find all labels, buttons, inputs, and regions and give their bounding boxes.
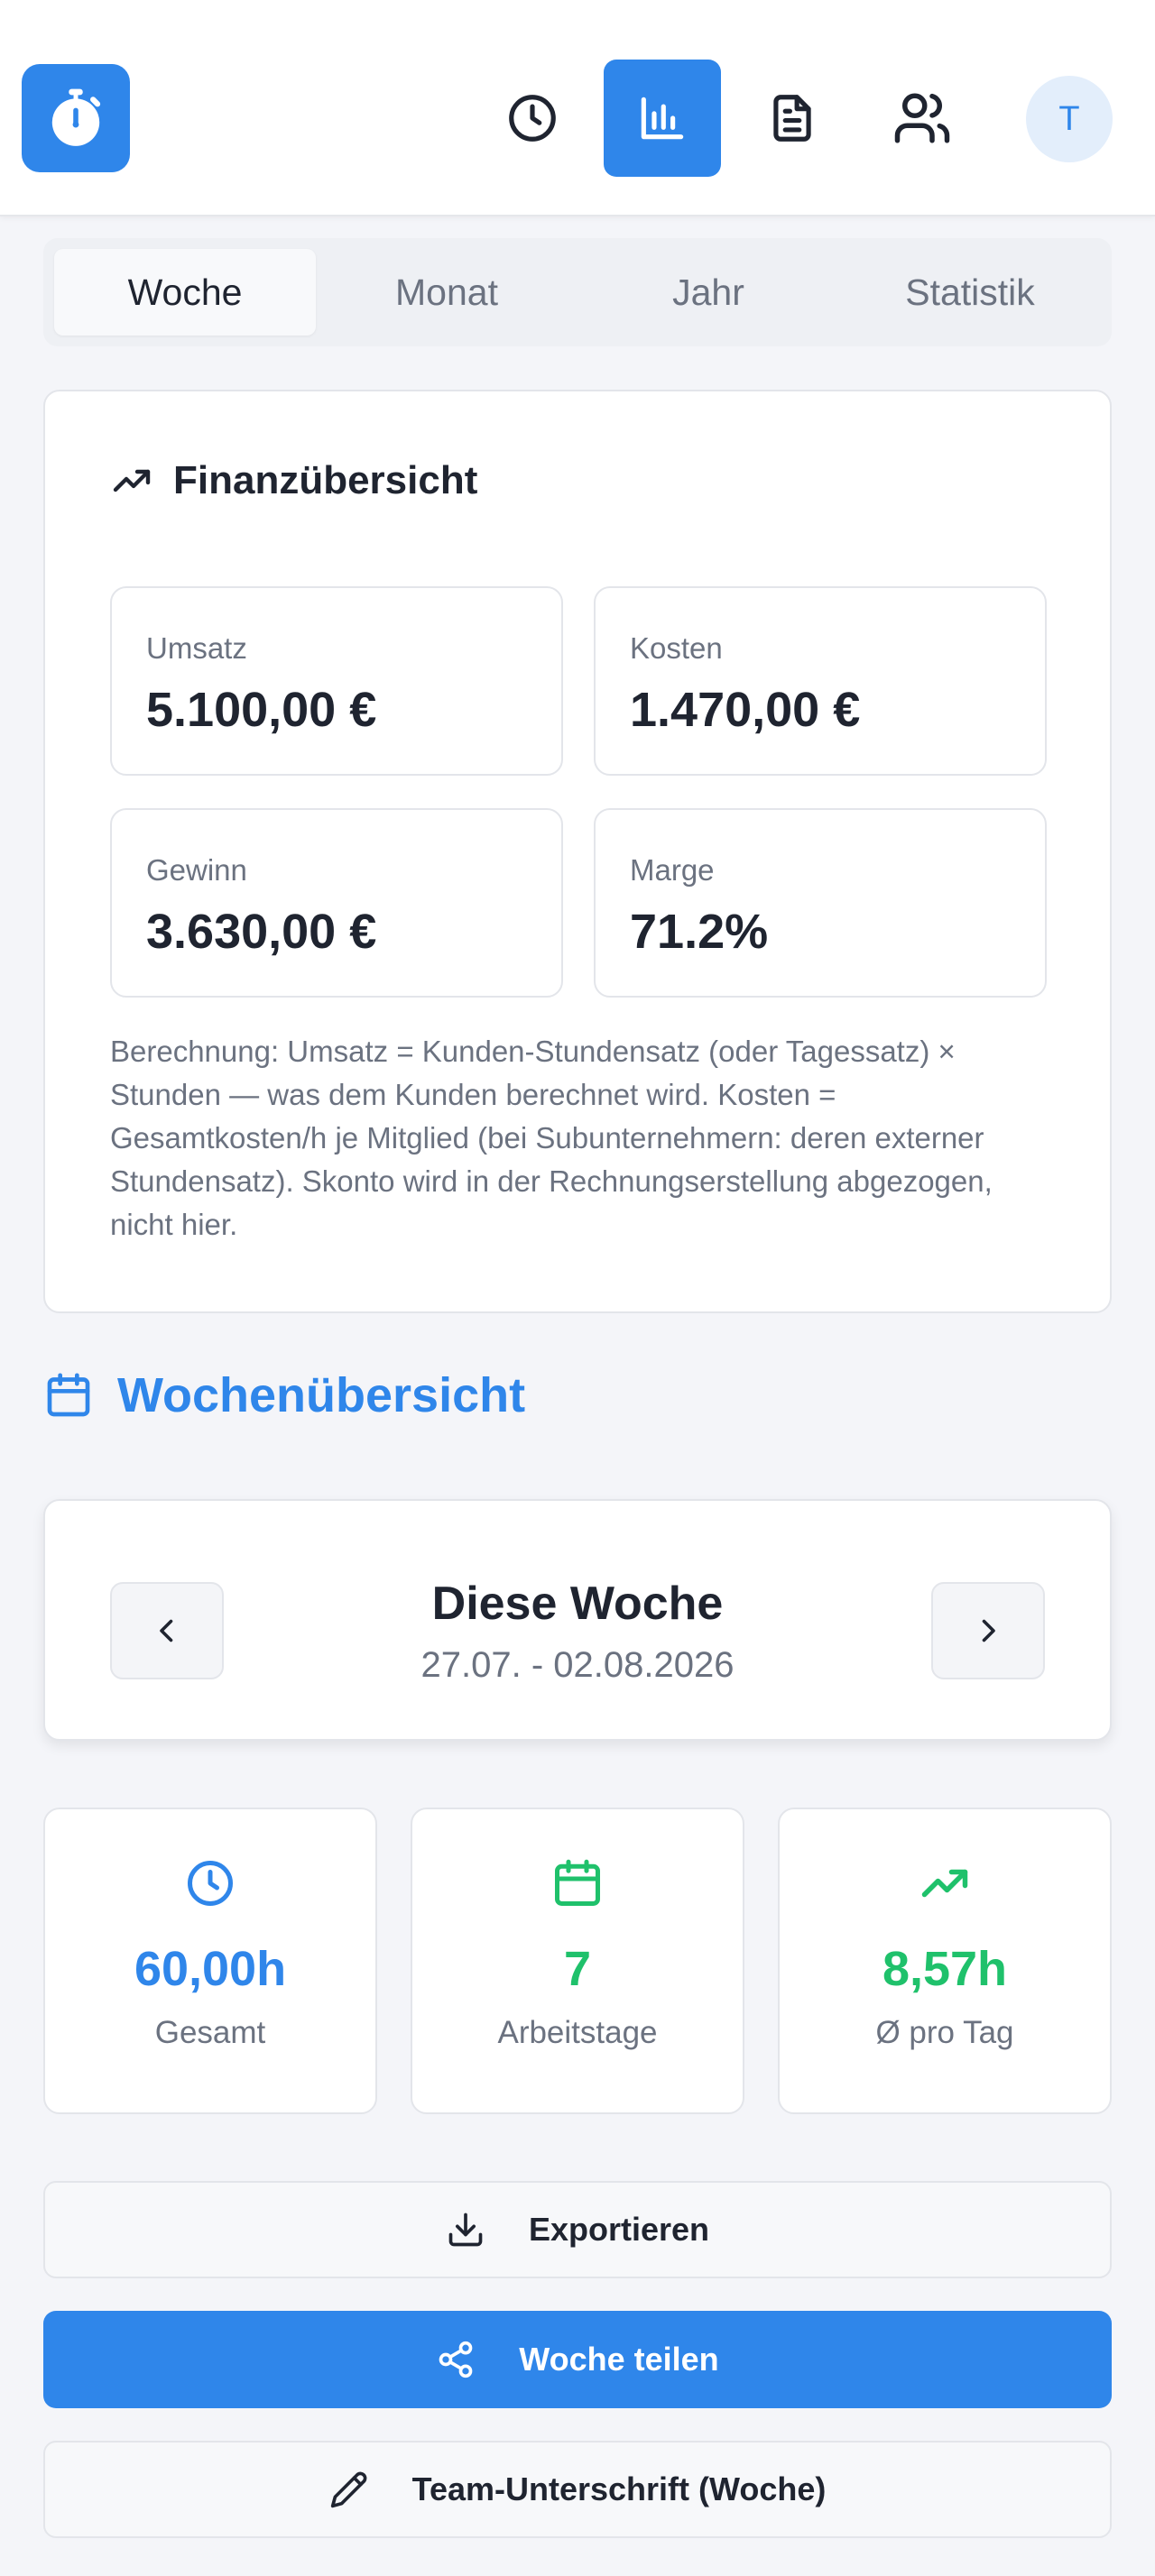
clock-icon: [45, 1856, 375, 1910]
team-signature-button-label: Team-Unterschrift (Woche): [411, 2470, 827, 2507]
kosten-box: Kosten 1.470,00 €: [594, 586, 1047, 776]
umsatz-value: 5.100,00 €: [146, 683, 377, 737]
week-overview-title-text: Wochenübersicht: [117, 1368, 526, 1422]
export-button[interactable]: Exportieren: [43, 2181, 1112, 2278]
avg-per-day-label: Ø pro Tag: [875, 2015, 1014, 2050]
calendar-icon: [43, 1370, 94, 1421]
total-hours-value: 60,00h: [134, 1942, 287, 1996]
finance-calculation-note: Berechnung: Umsatz = Kunden-Stundensatz …: [110, 1035, 993, 1241]
download-icon: [446, 2210, 485, 2249]
next-week-button[interactable]: [931, 1582, 1045, 1679]
gewinn-value: 3.630,00 €: [146, 905, 377, 959]
work-days-label: Arbeitstage: [497, 2015, 658, 2050]
avatar-initial: T: [1058, 99, 1080, 138]
calendar-icon: [412, 1856, 743, 1910]
week-date-range: 27.07. - 02.08.2026: [420, 1645, 735, 1685]
nav-team[interactable]: [864, 60, 981, 177]
export-button-label: Exportieren: [528, 2211, 710, 2248]
user-avatar[interactable]: T: [1026, 76, 1113, 162]
finance-title: Finanzübersicht: [110, 458, 477, 503]
tab-woche[interactable]: Woche: [54, 249, 316, 336]
avg-per-day-card: 8,57h Ø pro Tag: [778, 1808, 1112, 2114]
share-week-button[interactable]: Woche teilen: [43, 2311, 1112, 2408]
umsatz-label: Umsatz: [146, 631, 247, 665]
marge-label: Marge: [630, 853, 715, 887]
share-week-button-label: Woche teilen: [519, 2341, 719, 2378]
total-hours-card: 60,00h Gesamt: [43, 1808, 377, 2114]
stopwatch-icon: [42, 85, 109, 152]
share-icon: [436, 2340, 476, 2379]
work-days-card: 7 Arbeitstage: [411, 1808, 744, 2114]
finance-title-text: Finanzübersicht: [173, 458, 478, 502]
total-hours-label: Gesamt: [154, 2015, 266, 2050]
tab-monat[interactable]: Monat: [316, 249, 578, 336]
users-icon: [892, 88, 952, 148]
tab-jahr[interactable]: Jahr: [578, 249, 839, 336]
kosten-label: Kosten: [630, 631, 723, 665]
nav-time-tracking[interactable]: [474, 60, 591, 177]
umsatz-box: Umsatz 5.100,00 €: [110, 586, 563, 776]
gewinn-label: Gewinn: [146, 853, 247, 887]
marge-value: 71.2%: [630, 905, 769, 959]
clock-icon: [504, 90, 560, 146]
trending-up-icon: [110, 459, 153, 502]
chevron-left-icon: [151, 1615, 183, 1647]
marge-box: Marge 71.2%: [594, 808, 1047, 998]
period-tabs: Woche Monat Jahr Statistik: [43, 238, 1112, 346]
gewinn-box: Gewinn 3.630,00 €: [110, 808, 563, 998]
avg-per-day-value: 8,57h: [882, 1942, 1008, 1996]
nav-documents[interactable]: [734, 60, 851, 177]
work-days-value: 7: [563, 1942, 592, 1996]
nav-reports[interactable]: [604, 60, 721, 177]
chevron-right-icon: [972, 1615, 1004, 1647]
team-signature-button[interactable]: Team-Unterschrift (Woche): [43, 2441, 1112, 2538]
trending-up-icon: [780, 1856, 1110, 1910]
pen-icon: [329, 2470, 369, 2509]
app-header: T: [0, 0, 1155, 216]
tab-statistik[interactable]: Statistik: [839, 249, 1101, 336]
week-overview-title: Wochenübersicht: [43, 1367, 525, 1423]
previous-week-button[interactable]: [110, 1582, 224, 1679]
kosten-value: 1.470,00 €: [630, 683, 861, 737]
week-current-label: Diese Woche: [431, 1578, 724, 1630]
document-icon: [764, 90, 820, 146]
bar-chart-icon: [634, 90, 690, 146]
app-logo[interactable]: [22, 64, 130, 172]
